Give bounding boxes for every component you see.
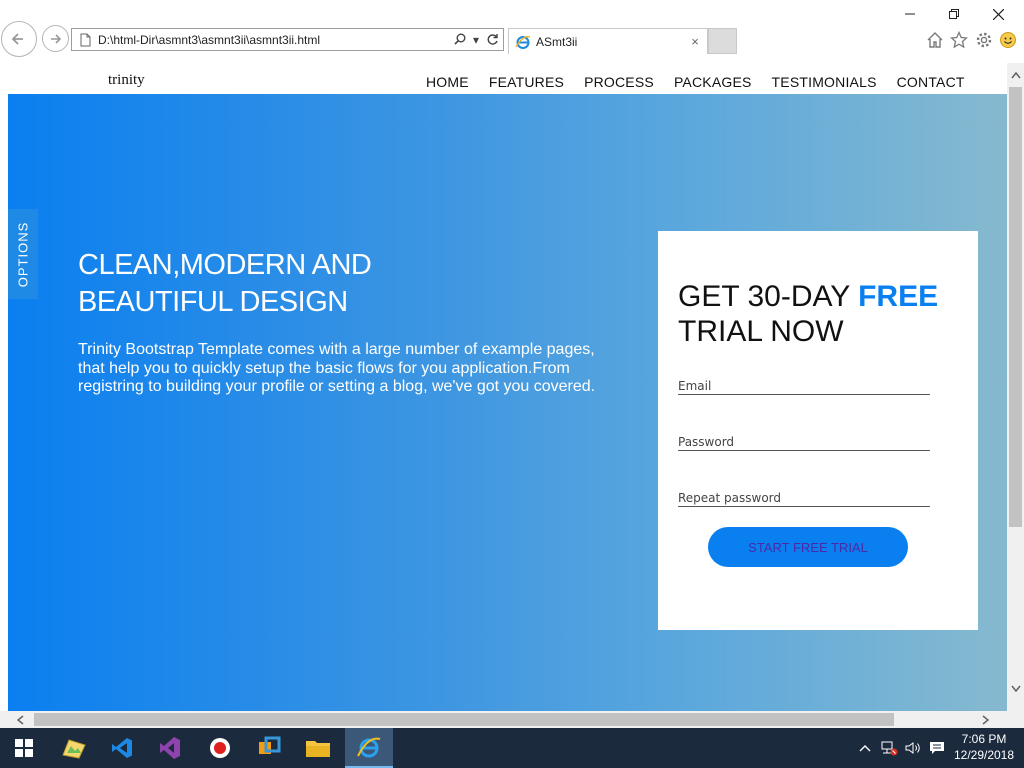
horizontal-scrollbar[interactable] (0, 711, 1007, 728)
system-clock[interactable]: 7:06 PM 12/29/2018 (944, 731, 1024, 763)
taskbar-app-vscode[interactable] (98, 728, 146, 768)
minimize-icon (904, 13, 915, 15)
headline-line-1: CLEAN,MODERN AND (78, 249, 372, 281)
feedback-smiley-icon[interactable] (998, 30, 1018, 50)
options-tab[interactable]: OPTIONS (8, 209, 38, 299)
taskbar-app-recorder[interactable] (196, 728, 244, 768)
options-label: OPTIONS (15, 221, 31, 287)
vertical-scrollbar[interactable] (1007, 63, 1024, 711)
arrow-left-icon (11, 33, 23, 45)
record-icon (210, 738, 230, 758)
windows-logo-icon (15, 739, 33, 757)
main-menu: HOME FEATURES PROCESS PACKAGES TESTIMONI… (426, 74, 985, 90)
photos-icon (62, 739, 86, 759)
notification-icon (930, 742, 944, 754)
nav-process[interactable]: PROCESS (584, 74, 654, 90)
repeat-password-field-wrapper (678, 489, 930, 507)
taskbar-app-visual-studio[interactable] (146, 728, 194, 768)
network-disconnected-icon (881, 741, 898, 756)
show-hidden-icons-button[interactable] (856, 728, 874, 768)
favorites-star-icon[interactable] (949, 30, 969, 50)
nav-testimonials[interactable]: TESTIMONIALS (772, 74, 877, 90)
vertical-scroll-thumb[interactable] (1009, 87, 1022, 527)
network-status[interactable] (878, 728, 900, 768)
clock-date: 12/29/2018 (953, 748, 1015, 762)
horizontal-scroll-thumb[interactable] (34, 713, 894, 726)
nav-packages[interactable]: PACKAGES (674, 74, 752, 90)
chevron-up-icon (859, 745, 871, 752)
search-icon[interactable] (452, 32, 468, 48)
taskbar-app-photos[interactable] (50, 728, 98, 768)
browser-window: D:\html-Dir\asmnt3\asmnt3ii\asmnt3ii.htm… (0, 0, 1024, 768)
email-field[interactable] (678, 379, 930, 393)
volume-control[interactable] (902, 728, 924, 768)
visual-studio-icon (160, 737, 180, 759)
close-icon (993, 8, 1004, 20)
password-field-wrapper (678, 433, 930, 451)
settings-gear-icon[interactable] (974, 30, 994, 50)
nav-features[interactable]: FEATURES (489, 74, 564, 90)
ie-icon (515, 35, 531, 49)
address-url[interactable]: D:\html-Dir\asmnt3\asmnt3ii\asmnt3ii.htm… (98, 33, 452, 47)
browser-tab[interactable]: ASmt3ii × (508, 28, 708, 54)
title-free-highlight: FREE (858, 280, 939, 313)
taskbar-app-store[interactable] (245, 728, 293, 768)
scroll-left-icon[interactable] (12, 711, 29, 728)
windows-taskbar: 7:06 PM 12/29/2018 (0, 728, 1024, 768)
title-part-1: GET 30-DAY (678, 280, 859, 313)
vscode-icon (112, 738, 132, 758)
page-viewport: trinity HOME FEATURES PROCESS PACKAGES T… (0, 63, 1007, 711)
email-field-wrapper (678, 377, 930, 395)
tab-title: ASmt3ii (536, 34, 578, 49)
tab-close-icon[interactable]: × (687, 34, 703, 49)
address-bar[interactable]: D:\html-Dir\asmnt3\asmnt3ii\asmnt3ii.htm… (71, 28, 504, 51)
scroll-up-icon[interactable] (1007, 67, 1024, 84)
start-button[interactable] (0, 728, 48, 768)
hero-description: Trinity Bootstrap Template comes with a … (78, 341, 596, 395)
headline-line-2: BEAUTIFUL DESIGN (78, 286, 348, 318)
signup-title: GET 30-DAY FREE TRIAL NOW (678, 279, 938, 349)
nav-home[interactable]: HOME (426, 74, 469, 90)
minimize-button[interactable] (887, 2, 932, 26)
repeat-password-field[interactable] (678, 491, 930, 505)
start-free-trial-button[interactable]: START FREE TRIAL (708, 527, 908, 567)
refresh-icon[interactable] (484, 32, 500, 48)
page-icon (80, 33, 91, 46)
arrow-right-icon (50, 33, 61, 44)
new-tab-button[interactable] (708, 28, 737, 54)
browser-chrome: D:\html-Dir\asmnt3\asmnt3ii\asmnt3ii.htm… (0, 0, 1024, 63)
close-window-button[interactable] (976, 2, 1021, 26)
nav-contact[interactable]: CONTACT (897, 74, 965, 90)
dropdown-arrow-icon[interactable]: ▾ (471, 32, 481, 48)
hero-section: OPTIONS CLEAN,MODERN AND BEAUTIFUL DESIG… (8, 94, 1007, 711)
restore-button[interactable] (931, 2, 976, 26)
hero-headline: CLEAN,MODERN AND BEAUTIFUL DESIGN (78, 247, 478, 321)
home-icon[interactable] (925, 30, 945, 50)
forward-button[interactable] (42, 25, 69, 52)
internet-explorer-icon (357, 737, 381, 758)
folder-icon (306, 741, 330, 757)
password-field[interactable] (678, 435, 930, 449)
title-part-2: TRIAL NOW (678, 315, 844, 348)
scroll-down-icon[interactable] (1007, 680, 1024, 697)
signup-card: GET 30-DAY FREE TRIAL NOW START FREE TRI… (658, 231, 978, 630)
taskbar-app-internet-explorer[interactable] (345, 728, 393, 768)
speaker-icon (905, 742, 920, 754)
brand-logo[interactable]: trinity (108, 72, 145, 89)
taskbar-app-file-explorer[interactable] (294, 728, 342, 768)
restore-icon (948, 9, 959, 19)
clock-time: 7:06 PM (961, 732, 1007, 746)
site-navbar: trinity HOME FEATURES PROCESS PACKAGES T… (0, 63, 1007, 94)
store-icon (259, 736, 281, 754)
scrollbar-corner (1007, 711, 1024, 728)
scroll-right-icon[interactable] (977, 711, 994, 728)
back-button[interactable] (1, 21, 37, 57)
